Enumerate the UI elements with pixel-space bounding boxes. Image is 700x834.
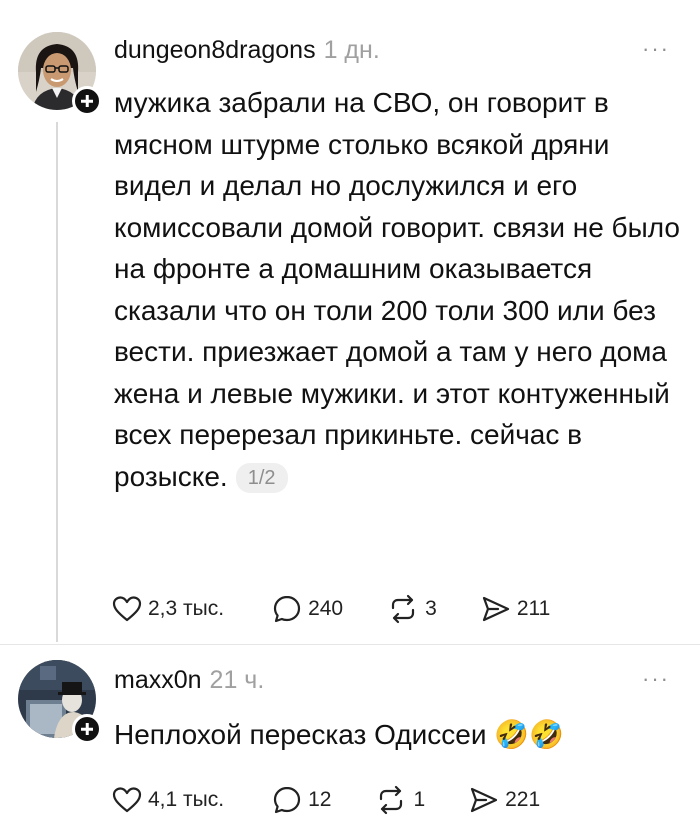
more-options-icon[interactable]: ··· <box>642 36 670 62</box>
repost-button[interactable]: 3 <box>387 594 437 624</box>
share-count: 211 <box>516 597 551 620</box>
repost-icon <box>392 594 415 624</box>
post-header: maxx0n 21 ч. <box>114 666 264 700</box>
share-icon <box>471 787 498 813</box>
heart-icon <box>112 787 142 813</box>
avatar-maxx0n[interactable] <box>18 660 102 744</box>
repost-icon <box>380 785 403 815</box>
heart-icon <box>112 596 142 622</box>
comment-button[interactable]: 240 <box>272 594 343 624</box>
follow-plus-icon[interactable] <box>72 714 102 744</box>
reply-count: 240 <box>308 597 344 620</box>
post-actions: 4,1 тыс. 12 1 221 <box>112 784 540 816</box>
username[interactable]: dungeon8dragons <box>114 36 316 65</box>
like-button[interactable]: 4,1 тыс. <box>112 786 224 814</box>
reply-count: 12 <box>308 788 332 811</box>
comment-button[interactable]: 12 <box>272 785 331 815</box>
thread-line <box>56 122 58 642</box>
username[interactable]: maxx0n <box>114 666 202 695</box>
like-count: 2,3 тыс. <box>148 597 225 620</box>
share-button[interactable]: 211 <box>481 595 550 623</box>
more-options-icon[interactable]: ··· <box>642 666 670 692</box>
repost-count: 3 <box>425 597 437 620</box>
share-count: 221 <box>505 788 541 811</box>
post-text: мужика забрали на СВО, он говорит в мясн… <box>114 82 684 497</box>
post-2: maxx0n 21 ч. ··· Неплохой пересказ Одисс… <box>0 644 700 834</box>
post-text: Неплохой пересказ Одиссеи 🤣🤣 <box>114 714 684 756</box>
post-1: dungeon8dragons 1 дн. ··· мужика забрали… <box>0 0 700 642</box>
timestamp: 21 ч. <box>209 666 265 694</box>
share-icon <box>482 596 509 622</box>
page-indicator[interactable]: 1/2 <box>235 462 288 493</box>
avatar-dungeon8dragons[interactable] <box>18 32 102 116</box>
comment-icon <box>273 595 301 623</box>
like-count: 4,1 тыс. <box>148 788 225 811</box>
like-button[interactable]: 2,3 тыс. <box>112 595 224 623</box>
follow-plus-icon[interactable] <box>72 86 102 116</box>
repost-button[interactable]: 1 <box>375 785 425 815</box>
comment-icon <box>273 786 301 814</box>
emoji-rofl: 🤣🤣 <box>494 718 565 751</box>
post-header: dungeon8dragons 1 дн. <box>114 36 380 70</box>
repost-count: 1 <box>413 788 426 811</box>
share-button[interactable]: 221 <box>469 786 540 814</box>
post-actions: 2,3 тыс. 240 3 211 <box>112 593 550 625</box>
post-text-content: Неплохой пересказ Одиссеи <box>114 719 487 750</box>
post-text-content: мужика забрали на СВО, он говорит в мясн… <box>114 87 680 492</box>
timestamp: 1 дн. <box>323 36 380 64</box>
